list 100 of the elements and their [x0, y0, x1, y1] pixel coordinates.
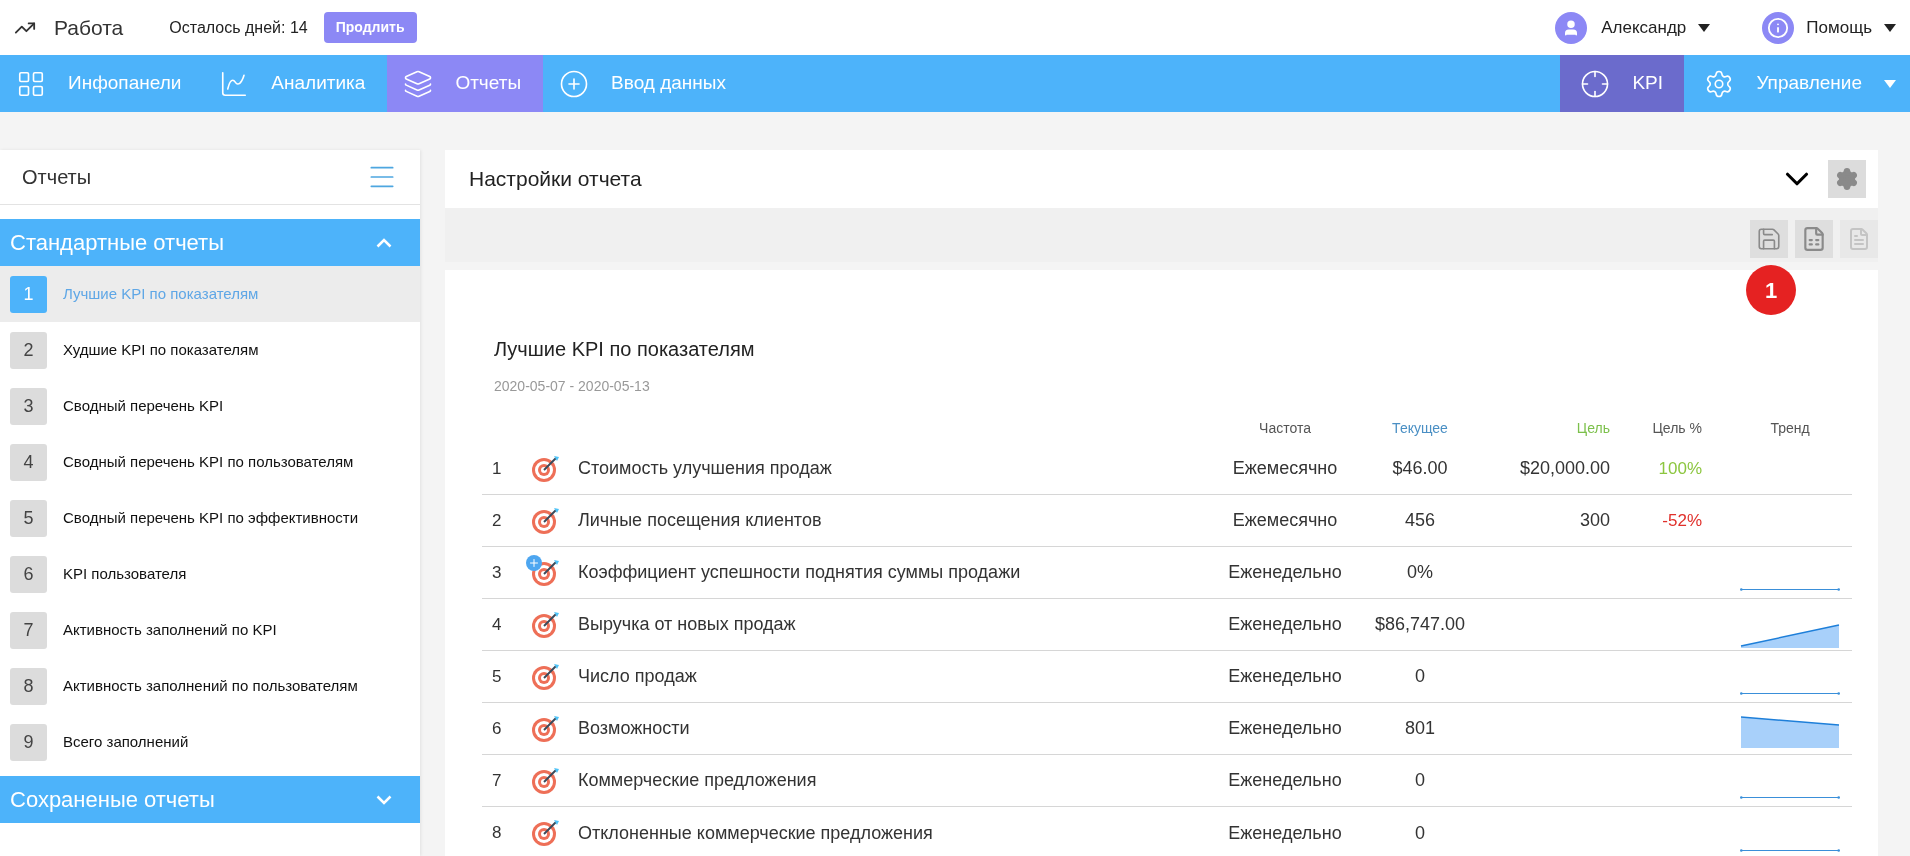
- item-label: Сводный перечень KPI: [63, 395, 224, 416]
- item-number: 7: [10, 611, 47, 649]
- save-button[interactable]: [1750, 220, 1788, 258]
- caret-icon: [1698, 23, 1711, 32]
- report-list-item[interactable]: 5 Сводный перечень KPI по эффективности: [0, 490, 420, 546]
- target-icon: [530, 661, 560, 692]
- document-icon: [1847, 227, 1871, 251]
- item-label: Худшие KPI по показателям: [63, 339, 259, 360]
- trial-days-text: Осталось дней: 14: [169, 17, 308, 38]
- target-percent-cell-text: -52%: [1662, 509, 1702, 532]
- spreadsheet-icon: [1801, 226, 1827, 252]
- frequency-cell-text: Еженедельно: [1228, 561, 1342, 584]
- frequency-cell-text: Ежемесячно: [1232, 509, 1338, 532]
- column-header: Цель %: [1652, 418, 1702, 438]
- report-period: 2020-05-07 - 2020-05-13: [494, 377, 650, 396]
- current-value-cell-text: 456: [1404, 509, 1435, 532]
- item-number: 6: [10, 555, 47, 593]
- report-list-item[interactable]: 4 Сводный перечень KPI по пользователям: [0, 434, 420, 490]
- frequency-cell-text: Еженедельно: [1228, 665, 1342, 688]
- current-value-cell-text: 801: [1404, 717, 1435, 740]
- target-icon: [1580, 68, 1611, 99]
- frequency-cell-text: Еженедельно: [1228, 821, 1342, 845]
- caret-icon: [1884, 23, 1896, 32]
- target-icon: [530, 818, 560, 848]
- column-header: Цель: [1576, 418, 1610, 438]
- report-list-item[interactable]: 6 KPI пользователя: [0, 546, 420, 602]
- frequency-cell-text: Еженедельно: [1228, 769, 1342, 792]
- user-avatar-icon[interactable]: [1555, 11, 1588, 44]
- kpi-name: Коммерческие предложения: [578, 769, 817, 792]
- excel-export-button[interactable]: [1795, 220, 1833, 258]
- pdf-export-button[interactable]: [1840, 220, 1878, 258]
- target-icon: [530, 609, 560, 640]
- help-menu[interactable]: Помощь: [1806, 14, 1896, 41]
- column-header: Тренд: [1770, 418, 1810, 438]
- current-value-cell-text: $46.00: [1392, 457, 1448, 480]
- column-header: Частота: [1259, 418, 1311, 438]
- current-value-cell-text: 0: [1415, 665, 1425, 688]
- kpi-name: Коэффициент успешности поднятия суммы продажи: [578, 561, 1021, 584]
- target-icon: [530, 765, 560, 796]
- target-cell-text: 300: [1579, 509, 1610, 532]
- settings-icon: [1835, 167, 1859, 191]
- item-number: 3: [10, 387, 47, 425]
- current-value-cell-text: 0: [1415, 821, 1425, 845]
- kpi-name: Стоимость улучшения продаж: [578, 457, 832, 480]
- target-icon: [530, 505, 560, 536]
- item-number: 2: [10, 331, 47, 369]
- item-label: KPI пользователя: [63, 563, 187, 584]
- nav-icon: [403, 68, 434, 99]
- report-list-item[interactable]: 7 Активность заполнений по KPI: [0, 602, 420, 658]
- item-number: 1: [10, 275, 47, 313]
- frequency-cell-text: Еженедельно: [1228, 613, 1342, 636]
- kpi-name: Отклоненные коммерческие предложения: [578, 821, 933, 845]
- item-label: Сводный перечень KPI по эффективности: [63, 507, 359, 528]
- current-value-cell-text: 0: [1415, 769, 1425, 792]
- kpi-name: Число продаж: [578, 665, 697, 688]
- app-title: Работа: [54, 14, 124, 41]
- kpi-name: Личные посещения клиентов: [578, 509, 822, 532]
- current-value-cell-text: 0%: [1407, 561, 1433, 584]
- nav-tab[interactable]: KPI: [1560, 55, 1685, 112]
- settings-button[interactable]: [1828, 160, 1866, 198]
- user-menu[interactable]: Александр: [1601, 14, 1711, 41]
- item-number: 8: [10, 667, 47, 705]
- row-number: 2: [491, 509, 502, 532]
- frequency-cell-text: Еженедельно: [1228, 717, 1342, 740]
- item-label: Активность заполнений по KPI: [63, 619, 277, 640]
- item-number: 5: [10, 499, 47, 537]
- report-list-item[interactable]: 2 Худшие KPI по показателям: [0, 322, 420, 378]
- settings-title: Настройки отчета: [469, 166, 642, 193]
- target-icon: [530, 713, 560, 744]
- item-label: Лучшие KPI по показателям: [63, 283, 259, 304]
- chevron-down-icon: [376, 794, 392, 805]
- row-number: 3: [491, 561, 502, 584]
- row-number: 7: [491, 769, 502, 792]
- row-number: 1: [491, 457, 502, 480]
- row-number: 4: [491, 613, 502, 636]
- frequency-cell-text: Ежемесячно: [1232, 457, 1338, 480]
- report-list-item[interactable]: 9 Всего заполнений: [0, 714, 420, 770]
- kpi-name: Выручка от новых продаж: [578, 613, 796, 636]
- item-label: Всего заполнений: [63, 731, 189, 752]
- kpi-name: Возможности: [578, 717, 690, 740]
- sidebar-title: Отчеты: [22, 165, 92, 190]
- target-cell-text: $20,000.00: [1519, 457, 1610, 480]
- nav-icon: [559, 68, 590, 99]
- item-label: Сводный перечень KPI по пользователям: [63, 451, 354, 472]
- save-icon: [1756, 226, 1782, 252]
- item-number: 4: [10, 443, 47, 481]
- row-number: 8: [491, 822, 502, 845]
- report-list-item[interactable]: 8 Активность заполнений по пользователям: [0, 658, 420, 714]
- help-info-icon[interactable]: [1762, 11, 1795, 44]
- column-header: Текущее: [1392, 418, 1448, 438]
- caret-icon: [1884, 79, 1896, 88]
- report-title: Лучшие KPI по показателям: [494, 337, 755, 362]
- item-number: 9: [10, 723, 47, 761]
- item-label: Активность заполнений по пользователям: [63, 675, 358, 696]
- current-value-cell-text: $86,747.00: [1374, 613, 1466, 636]
- report-list-item[interactable]: 3 Сводный перечень KPI: [0, 378, 420, 434]
- chevron-up-icon: [376, 237, 392, 248]
- plus-badge-icon[interactable]: [526, 554, 542, 571]
- row-number: 6: [491, 717, 502, 740]
- target-icon: [530, 453, 560, 484]
